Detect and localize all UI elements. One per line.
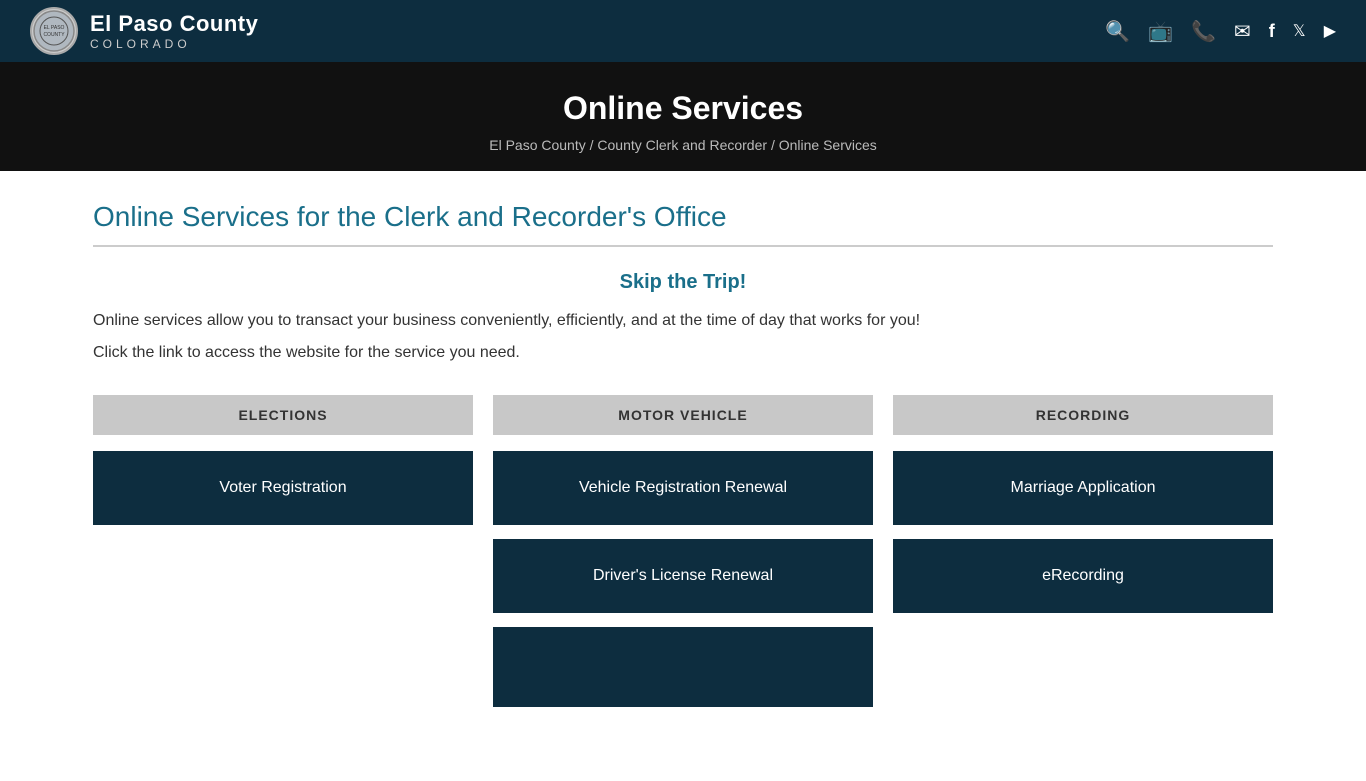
motor-vehicle-header: MOTOR VEHICLE [493, 395, 873, 435]
intro-line-2: Click the link to access the website for… [93, 340, 1273, 366]
tv-icon[interactable]: 📺 [1148, 19, 1173, 44]
motor-vehicle-column: MOTOR VEHICLE Vehicle Registration Renew… [493, 395, 873, 721]
section-title[interactable]: Online Services for the Clerk and Record… [93, 201, 1273, 247]
breadcrumb-item-clerk[interactable]: County Clerk and Recorder [597, 137, 767, 153]
logo-area: EL PASO COUNTY El Paso County COLORADO [30, 7, 258, 55]
elections-header: ELECTIONS [93, 395, 473, 435]
page-banner: Online Services El Paso County / County … [0, 62, 1366, 171]
state-name: COLORADO [90, 37, 258, 51]
breadcrumb-item-current: Online Services [779, 137, 877, 153]
facebook-icon[interactable]: f [1269, 21, 1275, 42]
breadcrumb: El Paso County / County Clerk and Record… [20, 137, 1346, 153]
skip-trip-heading: Skip the Trip! [93, 271, 1273, 294]
drivers-license-button[interactable]: Driver's License Renewal [493, 539, 873, 613]
county-name: El Paso County [90, 11, 258, 37]
youtube-icon[interactable]: ▶ [1324, 21, 1336, 41]
motor-vehicle-extra-button[interactable] [493, 627, 873, 707]
search-icon[interactable]: 🔍 [1105, 19, 1130, 44]
services-grid: ELECTIONS Voter Registration MOTOR VEHIC… [93, 395, 1273, 721]
svg-text:EL PASO: EL PASO [44, 25, 65, 31]
elections-column: ELECTIONS Voter Registration [93, 395, 473, 721]
logo-text: El Paso County COLORADO [90, 11, 258, 51]
intro-line-1: Online services allow you to transact yo… [93, 308, 1273, 334]
mail-icon[interactable]: ✉ [1234, 19, 1251, 44]
phone-icon[interactable]: 📞 [1191, 19, 1216, 44]
erecording-button[interactable]: eRecording [893, 539, 1273, 613]
breadcrumb-item-county[interactable]: El Paso County [489, 137, 586, 153]
header-icons: 🔍 📺 📞 ✉ f 𝕏 ▶ [1105, 19, 1336, 44]
marriage-application-button[interactable]: Marriage Application [893, 451, 1273, 525]
recording-column: RECORDING Marriage Application eRecordin… [893, 395, 1273, 721]
page-title: Online Services [20, 90, 1346, 127]
twitter-icon[interactable]: 𝕏 [1293, 21, 1306, 41]
svg-text:COUNTY: COUNTY [43, 32, 65, 38]
main-content: Online Services for the Clerk and Record… [53, 171, 1313, 781]
site-header: EL PASO COUNTY El Paso County COLORADO 🔍… [0, 0, 1366, 62]
breadcrumb-separator-2: / [771, 137, 779, 153]
voter-registration-button[interactable]: Voter Registration [93, 451, 473, 525]
vehicle-registration-button[interactable]: Vehicle Registration Renewal [493, 451, 873, 525]
logo-seal: EL PASO COUNTY [30, 7, 78, 55]
recording-header: RECORDING [893, 395, 1273, 435]
